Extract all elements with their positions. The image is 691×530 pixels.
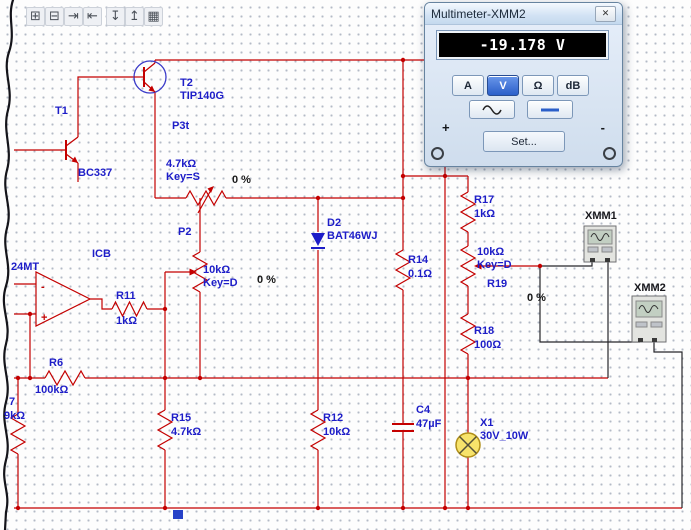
label-t1-value[interactable]: BC337: [78, 168, 112, 179]
label-p2-key[interactable]: Key=D: [203, 278, 238, 289]
capacitor-c4[interactable]: [392, 423, 414, 432]
label-r11-value[interactable]: 1kΩ: [116, 316, 137, 327]
label-p2-ref[interactable]: P2: [178, 227, 191, 238]
label-c4-value[interactable]: 47µF: [416, 419, 441, 430]
multimeter-xmm1-icon[interactable]: [583, 225, 617, 263]
label-t2-value[interactable]: TIP140G: [180, 91, 224, 102]
terminal-post-left: [431, 147, 444, 160]
resistor-r11[interactable]: [111, 300, 148, 318]
resistor-r17[interactable]: [459, 191, 477, 233]
label-d2-value[interactable]: BAT46WJ: [327, 231, 378, 242]
svg-text:+: +: [41, 312, 47, 324]
label-r19-percent[interactable]: 0 %: [527, 293, 546, 304]
mode-button-volt[interactable]: V: [487, 75, 519, 96]
label-r14-ref[interactable]: R14: [408, 255, 428, 266]
label-r17-value[interactable]: 1kΩ: [474, 209, 495, 220]
mode-button-decibel[interactable]: dB: [557, 75, 589, 96]
dialog-title: Multimeter-XMM2: [431, 6, 526, 21]
dc-mode-button[interactable]: [527, 100, 573, 119]
label-p2-percent[interactable]: 0 %: [257, 275, 276, 286]
label-r15-ref[interactable]: R15: [171, 413, 191, 424]
lamp-x1[interactable]: [455, 432, 481, 458]
toolbar-icon-6[interactable]: ↥: [125, 7, 144, 26]
label-r15-value[interactable]: 4.7kΩ: [171, 427, 201, 438]
opamp-symbol[interactable]: - +: [35, 271, 92, 327]
diode-d2[interactable]: [311, 233, 325, 249]
net-marker: [173, 510, 183, 519]
resistor-r15[interactable]: [156, 409, 174, 451]
transistor-t1[interactable]: [65, 136, 79, 164]
label-p3[interactable]: P3t: [172, 121, 189, 132]
label-p1-value[interactable]: 4.7kΩ: [166, 159, 196, 170]
label-r12-value[interactable]: 10kΩ: [323, 427, 350, 438]
toolbar-icon-5[interactable]: ↧: [106, 7, 125, 26]
label-r7-value[interactable]: 9kΩ: [4, 411, 25, 422]
mode-button-ampere[interactable]: A: [452, 75, 484, 96]
label-r19-ref[interactable]: R19: [487, 279, 507, 290]
terminal-post-right: [603, 147, 616, 160]
transistor-t2[interactable]: [133, 60, 167, 94]
set-button[interactable]: Set...: [483, 131, 565, 152]
label-t2-ref[interactable]: T2: [180, 78, 193, 89]
toolbar-icon-7[interactable]: ▦: [144, 7, 163, 26]
label-r7-ref[interactable]: 7: [9, 397, 15, 408]
label-t1-ref[interactable]: T1: [55, 106, 68, 117]
label-xmm2[interactable]: XMM2: [634, 283, 666, 294]
dialog-titlebar[interactable]: Multimeter-XMM2 ✕: [425, 3, 622, 25]
dc-line-icon: [541, 108, 559, 111]
label-c4-ref[interactable]: C4: [416, 405, 430, 416]
label-r18-ref[interactable]: R18: [474, 326, 494, 337]
toolbar-icon-2[interactable]: ⊟: [45, 7, 64, 26]
toolbar-icon-4[interactable]: ⇤: [83, 7, 102, 26]
label-opamp-ref[interactable]: ICB: [92, 249, 111, 260]
label-x1-value[interactable]: 30V_10W: [480, 431, 528, 442]
label-r17-ref[interactable]: R17: [474, 195, 494, 206]
close-icon[interactable]: ✕: [595, 5, 616, 22]
mode-button-ohm[interactable]: Ω: [522, 75, 554, 96]
label-p1-key[interactable]: Key=S: [166, 172, 200, 183]
multimeter-display: -19.178 V: [437, 31, 608, 59]
resistor-r6[interactable]: [44, 369, 86, 387]
multimeter-xmm2-icon[interactable]: [631, 295, 667, 343]
toolbar-icon-3[interactable]: ⇥: [64, 7, 83, 26]
label-r19-value[interactable]: 10kΩ: [477, 247, 504, 258]
multisim-workspace: - + T2 TIP140G T1 BC337 P3t 4.7kΩ Key=S …: [0, 0, 691, 530]
label-r6-value[interactable]: 100kΩ: [35, 385, 68, 396]
ac-mode-button[interactable]: [469, 100, 515, 119]
label-opamp-value[interactable]: 24MT: [11, 262, 39, 273]
label-d2-ref[interactable]: D2: [327, 218, 341, 229]
label-r11-ref[interactable]: R11: [116, 291, 136, 302]
label-x1-ref[interactable]: X1: [480, 418, 493, 429]
potentiometer-4k7[interactable]: [185, 186, 227, 214]
label-xmm1[interactable]: XMM1: [585, 211, 617, 222]
label-r12-ref[interactable]: R12: [323, 413, 343, 424]
svg-text:-: -: [41, 281, 45, 293]
label-p2-value[interactable]: 10kΩ: [203, 265, 230, 276]
label-r19-key[interactable]: Key=D: [477, 260, 512, 271]
plus-terminal-label: +: [442, 120, 450, 135]
label-r6-ref[interactable]: R6: [49, 358, 63, 369]
sine-wave-icon: [482, 104, 502, 115]
toolbar-icon-1[interactable]: ⊞: [26, 7, 45, 26]
label-r14-value[interactable]: 0.1Ω: [408, 269, 432, 280]
label-r18-value[interactable]: 100Ω: [474, 340, 501, 351]
resistor-r18[interactable]: [459, 313, 477, 355]
label-p1-percent[interactable]: 0 %: [232, 175, 251, 186]
multimeter-dialog: Multimeter-XMM2 ✕ -19.178 V A V Ω dB + -…: [424, 2, 623, 167]
minus-terminal-label: -: [600, 120, 605, 135]
